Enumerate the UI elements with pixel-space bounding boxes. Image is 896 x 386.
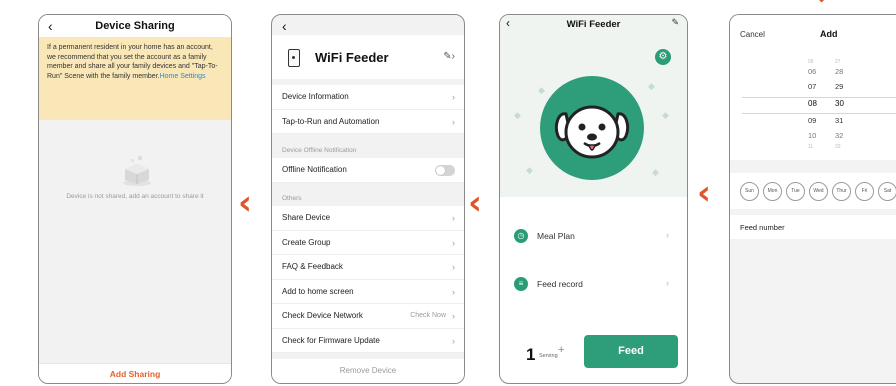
row-label: Check for Firmware Update <box>282 335 380 345</box>
chevron-right-icon: › <box>452 92 455 102</box>
scroll-chevron-icon: › <box>807 0 837 4</box>
picker-divider <box>742 113 896 114</box>
day-thur-toggle[interactable]: Thur <box>832 182 851 201</box>
feed-number-row[interactable]: Feed number <box>730 215 896 239</box>
meal-plan-row[interactable]: ◷ Meal Plan › <box>500 220 687 254</box>
feeder-home-screen: ‹ WiFi Feeder ✎ ⚙ ◆ ◆ ◆ ◆ ◆ ◆ ◷ Meal Pla… <box>499 14 688 384</box>
serving-unit: Serving <box>539 353 558 359</box>
tap-to-run-row[interactable]: Tap-to-Run and Automation › <box>272 109 464 134</box>
group-label: Others <box>282 195 302 202</box>
serving-quantity: 1 <box>526 345 536 364</box>
chevron-right-icon: › <box>452 116 455 127</box>
edit-icon[interactable]: ✎ <box>671 17 679 28</box>
time-picker[interactable]: 05 27 06 28 07 29 08 30 09 31 10 32 11 33 <box>730 55 896 160</box>
empty-box-icon <box>123 155 151 186</box>
add-to-home-screen-row[interactable]: Add to home screen › <box>272 279 464 304</box>
row-label: FAQ & Feedback <box>282 262 343 271</box>
cancel-button[interactable]: Cancel <box>740 30 765 39</box>
row-label: Check Device Network <box>282 311 363 320</box>
sparkle-icon: ◆ <box>652 167 659 177</box>
flow-arrow-left-icon: ‹ <box>697 173 712 213</box>
row-label: Add to home screen <box>282 286 354 296</box>
add-sharing-button[interactable]: Add Sharing <box>39 363 231 383</box>
day-sun-toggle[interactable]: Sun <box>740 182 759 201</box>
picker-divider <box>742 97 896 98</box>
flow-arrow-left-icon: ‹ <box>238 183 253 223</box>
feed-number-label: Feed number <box>740 223 785 232</box>
back-icon[interactable]: ‹ <box>282 18 287 34</box>
device-name: WiFi Feeder <box>315 50 389 65</box>
chevron-right-icon: › <box>452 213 455 223</box>
day-fri-toggle[interactable]: Fri <box>855 182 874 201</box>
chevron-right-icon: › <box>452 237 455 248</box>
family-notice: If a permanent resident in your home has… <box>39 37 231 120</box>
sparkle-icon: ◆ <box>514 110 521 120</box>
feeder-device-icon <box>288 49 300 67</box>
row-label: Share Device <box>282 213 331 222</box>
pet-avatar <box>540 76 644 180</box>
sparkle-icon: ◆ <box>662 110 669 120</box>
chevron-right-icon: › <box>452 311 455 321</box>
chevron-right-icon: › <box>452 335 455 346</box>
picker-row-selected: 08 30 <box>808 99 844 108</box>
picker-row: 07 29 <box>808 82 844 91</box>
chevron-right-icon: › <box>452 286 455 297</box>
device-settings-screen: ‹ WiFi Feeder ✎› Device Information › Ta… <box>271 14 465 384</box>
device-sharing-screen: ‹ Device Sharing If a permanent resident… <box>38 14 232 384</box>
empty-state-text: Device is not shared, add an account to … <box>66 193 204 200</box>
share-device-row[interactable]: Share Device › <box>272 206 464 231</box>
sparkle-icon: ◆ <box>526 165 533 175</box>
remove-device-button[interactable]: Remove Device <box>272 359 464 383</box>
edit-name-icon[interactable]: ✎› <box>443 51 455 62</box>
day-mon-toggle[interactable]: Mon <box>763 182 782 201</box>
check-now-link[interactable]: Check Now <box>410 304 446 329</box>
device-information-row[interactable]: Device Information › <box>272 85 464 110</box>
chevron-right-icon: › <box>666 278 669 288</box>
add-meal-plan-screen: Cancel Add 05 27 06 28 07 29 08 30 09 31 10 32… <box>729 14 896 384</box>
day-sat-toggle[interactable]: Sat <box>878 182 896 201</box>
feed-record-label: Feed record <box>537 279 583 289</box>
picker-row: 06 28 <box>808 67 844 76</box>
gear-icon[interactable]: ⚙ <box>655 49 671 65</box>
clock-icon: ◷ <box>514 229 528 243</box>
firmware-update-row[interactable]: Check for Firmware Update › <box>272 328 464 353</box>
repeat-days: Sun Mon Tue Wed Thur Fri Sat <box>730 173 896 209</box>
header: ‹ Device Sharing <box>39 15 231 37</box>
create-group-row[interactable]: Create Group › <box>272 230 464 255</box>
faq-feedback-row[interactable]: FAQ & Feedback › <box>272 255 464 280</box>
device-header: WiFi Feeder ✎› <box>272 35 464 79</box>
row-label: Tap-to-Run and Automation <box>282 116 380 126</box>
home-settings-link[interactable]: Home Settings <box>160 73 206 80</box>
feed-button[interactable]: Feed <box>584 335 678 368</box>
row-label: Offline Notification <box>282 165 347 174</box>
group-label: Device Offline Notification <box>282 147 357 154</box>
chevron-right-icon: › <box>666 230 669 240</box>
settings-group-top: Device Information › Tap-to-Run and Auto… <box>272 85 464 134</box>
day-wed-toggle[interactable]: Wed <box>809 182 828 201</box>
meal-plan-label: Meal Plan <box>537 231 575 241</box>
page-title: Add <box>820 29 838 39</box>
row-label: Create Group <box>282 237 331 247</box>
sparkle-icon: ◆ <box>648 81 655 91</box>
increment-button[interactable]: + <box>558 344 564 356</box>
offline-notification-toggle[interactable] <box>435 165 455 176</box>
picker-row: 09 31 <box>808 116 844 125</box>
settings-group-offline: Device Offline Notification Offline Noti… <box>272 143 464 183</box>
list-icon: ≡ <box>514 277 528 291</box>
flow-arrow-left-icon: ‹ <box>468 183 483 223</box>
check-device-network-row[interactable]: Check Device Network Check Now › <box>272 304 464 329</box>
row-label: Device Information <box>282 92 349 101</box>
settings-group-others: Others Share Device › Create Group › FAQ… <box>272 191 464 353</box>
offline-notification-row: Offline Notification <box>272 158 464 183</box>
dog-face-icon <box>554 105 630 159</box>
chevron-right-icon: › <box>452 262 455 272</box>
picker-row: 11 33 <box>808 144 841 150</box>
header: Cancel Add <box>730 15 896 55</box>
page-title: Device Sharing <box>95 20 175 32</box>
day-tue-toggle[interactable]: Tue <box>786 182 805 201</box>
toggle-knob <box>436 166 445 175</box>
picker-row: 10 32 <box>808 131 844 140</box>
feed-record-row[interactable]: ≡ Feed record › <box>500 268 687 302</box>
page-title: WiFi Feeder <box>566 19 621 30</box>
